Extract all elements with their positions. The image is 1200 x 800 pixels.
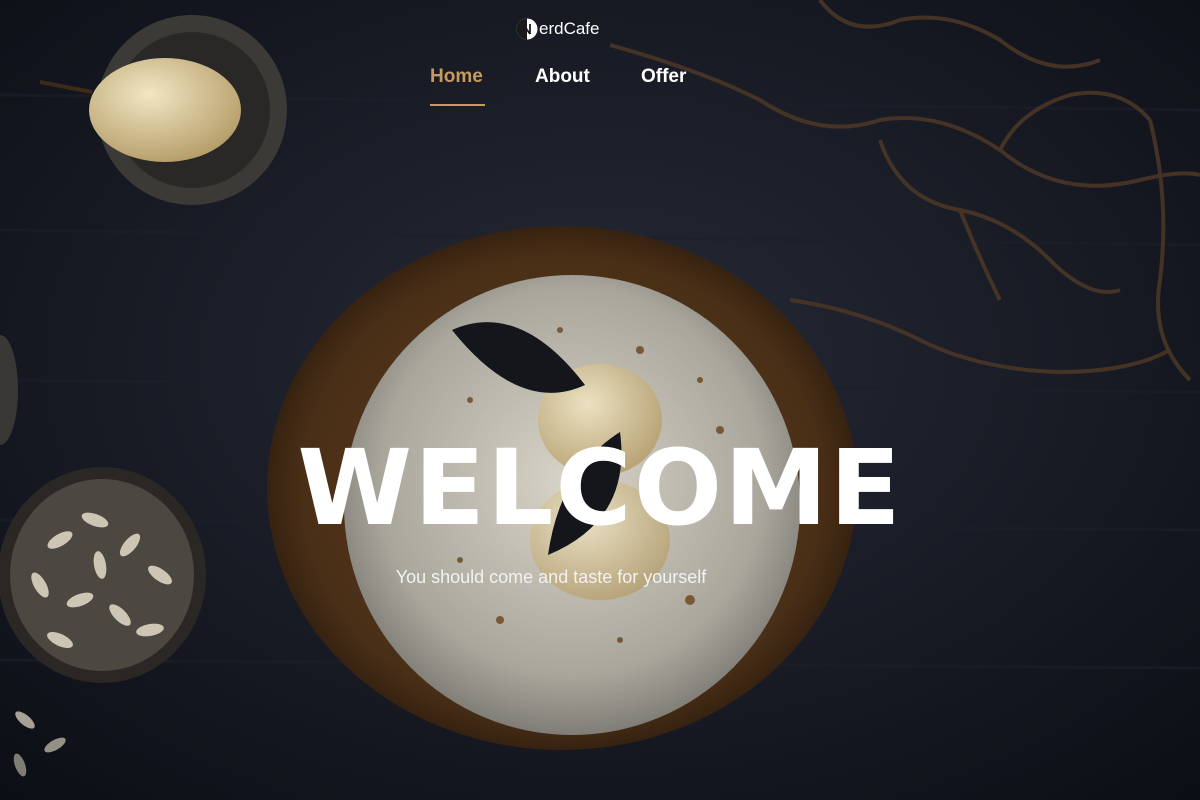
hero-subtitle: You should come and taste for yourself xyxy=(395,567,707,587)
nav-home-label: Home xyxy=(430,66,483,87)
brand-name: erdCafe xyxy=(539,19,600,38)
main-nav: Home About Offer xyxy=(0,66,1200,110)
nav-about-label: About xyxy=(535,66,590,87)
nav-about-link[interactable]: About xyxy=(535,66,590,88)
hero-title: WELCOME xyxy=(297,427,903,549)
brand-logo[interactable]: erdCafe xyxy=(516,18,599,40)
nav-offer-link[interactable]: Offer xyxy=(641,66,686,88)
active-nav-underline xyxy=(430,104,485,106)
n-circle-logo-icon xyxy=(516,18,538,40)
hero-section: erdCafe Home About Offer WELCOME You sho… xyxy=(0,0,1200,800)
nav-home-link[interactable]: Home xyxy=(430,66,485,106)
background-photo xyxy=(0,0,1200,800)
nav-offer-label: Offer xyxy=(641,66,687,87)
